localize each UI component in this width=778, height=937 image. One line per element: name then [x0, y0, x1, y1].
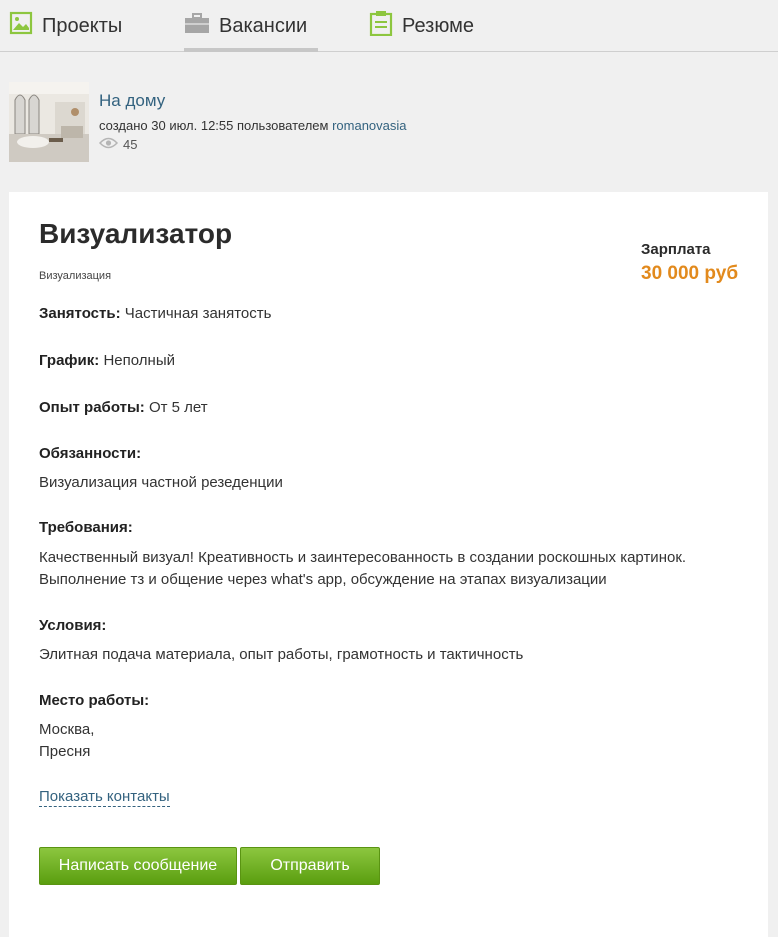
created-info: создано 30 июл. 12:55 пользователем	[99, 118, 329, 133]
salary-label: Зарплата	[641, 241, 711, 258]
duties-heading: Обязанности:	[39, 445, 142, 462]
location-line-2: Пресня	[39, 743, 91, 760]
location-line-1: Москва,	[39, 721, 95, 738]
project-title-link[interactable]: На дому	[99, 91, 165, 111]
requirements-line-2: Выполнение тз и общение через what's app…	[39, 571, 607, 588]
image-icon	[9, 11, 33, 41]
salary-value: 30 000 руб	[641, 263, 739, 284]
tab-vacancies-label: Вакансии	[219, 14, 308, 37]
requirements-heading: Требования:	[39, 519, 133, 536]
job-title: Визуализатор	[39, 218, 233, 249]
experience-row: Опыт работы: От 5 лет	[39, 396, 208, 420]
tab-projects-label: Проекты	[42, 14, 123, 37]
requirements-line-1: Качественный визуал! Креативность и заин…	[39, 549, 687, 566]
experience-label: Опыт работы:	[39, 399, 145, 416]
employment-label: Занятость:	[39, 305, 121, 322]
employment-row: Занятость: Частичная занятость	[39, 302, 271, 326]
tab-resume[interactable]: Резюме	[369, 0, 474, 52]
show-contacts-link[interactable]: Показать контакты	[39, 788, 170, 807]
tab-projects[interactable]: Проекты	[9, 0, 122, 52]
schedule-value: Неполный	[103, 352, 175, 369]
location-heading: Место работы:	[39, 692, 150, 709]
author-link[interactable]: romanovasia	[332, 118, 406, 133]
tab-vacancies[interactable]: Вакансии	[184, 0, 318, 52]
clipboard-icon	[369, 10, 393, 42]
employment-value: Частичная занятость	[124, 305, 272, 322]
vacancy-card: Визуализатор Визуализация Зарплата 30 00…	[9, 192, 768, 937]
conditions-heading: Условия:	[39, 617, 107, 634]
project-thumbnail[interactable]	[9, 82, 89, 162]
briefcase-icon	[184, 11, 210, 41]
duties-text: Визуализация частной резеденции	[39, 474, 283, 491]
project-meta: создано 30 июл. 12:55 пользователем roma…	[99, 118, 407, 133]
write-message-button[interactable]: Написать сообщение	[39, 847, 237, 885]
tab-resume-label: Резюме	[402, 14, 474, 37]
schedule-row: График: Неполный	[39, 349, 175, 373]
experience-value: От 5 лет	[148, 399, 208, 416]
active-tab-indicator	[184, 48, 318, 52]
eye-icon	[98, 137, 119, 152]
views-counter: 45	[98, 136, 138, 152]
conditions-text: Элитная подача материала, опыт работы, г…	[39, 646, 524, 663]
job-category: Визуализация	[39, 270, 112, 282]
views-count: 45	[123, 136, 138, 152]
send-button[interactable]: Отправить	[240, 847, 380, 885]
top-navigation: Проекты Вакансии Резюме	[0, 0, 778, 52]
schedule-label: График:	[39, 352, 100, 369]
